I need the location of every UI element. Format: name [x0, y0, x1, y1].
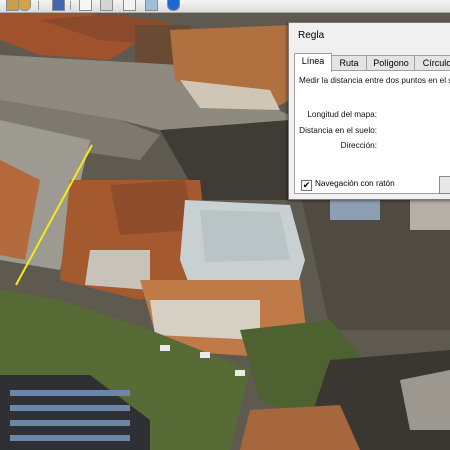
tab-path[interactable]: Ruta [330, 55, 368, 71]
save-image-icon[interactable] [123, 0, 136, 11]
heading-label: Dirección: [340, 141, 377, 150]
line-tab-panel: Medir la distancia entre dos puntos en e… [294, 70, 450, 194]
mouse-navigation-checkbox[interactable]: ✔ [301, 180, 312, 191]
photo-icon[interactable] [145, 0, 158, 11]
clear-button[interactable] [439, 176, 450, 194]
dialog-title: Regla [298, 30, 325, 41]
planet-icon[interactable] [18, 0, 31, 11]
toolbar [0, 0, 450, 13]
earth-icon[interactable] [167, 0, 180, 11]
map-length-label: Longitud del mapa: [307, 110, 377, 119]
mail-icon[interactable] [79, 0, 92, 11]
ruler-description: Medir la distancia entre dos puntos en e… [299, 76, 450, 85]
book-icon[interactable] [52, 0, 65, 11]
ground-distance-label: Distancia en el suelo: [299, 126, 377, 135]
mouse-navigation-label: Navegación con ratón [315, 179, 395, 188]
ruler-tabs: Línea Ruta Polígono Círculo [289, 53, 450, 72]
ruler-dialog: Regla Línea Ruta Polígono Círculo Medir … [288, 22, 450, 200]
tab-line[interactable]: Línea [294, 53, 332, 72]
print-icon[interactable] [100, 0, 113, 11]
tab-polygon[interactable]: Polígono [366, 55, 416, 71]
tab-circle[interactable]: Círculo [414, 55, 450, 71]
